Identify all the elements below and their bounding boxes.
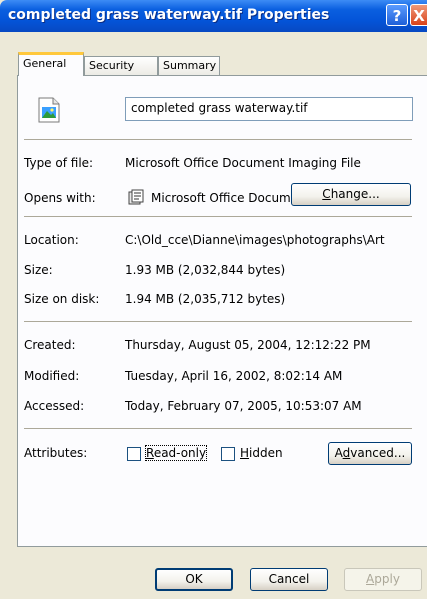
advanced-button[interactable]: Advanced... xyxy=(328,442,412,465)
tab-general[interactable]: General xyxy=(18,52,84,76)
title-bar[interactable]: completed grass waterway.tif Properties … xyxy=(0,0,427,32)
separator xyxy=(24,139,412,140)
type-of-file-label: Type of file: xyxy=(24,156,94,170)
change-button[interactable]: Change... xyxy=(291,183,411,206)
accessed-value: Today, February 07, 2005, 10:53:07 AM xyxy=(125,399,362,413)
hidden-accel: H xyxy=(240,446,250,460)
advanced-button-label: vanced... xyxy=(350,446,406,460)
tab-security[interactable]: Security xyxy=(84,56,158,75)
separator xyxy=(24,428,412,429)
apply-button[interactable]: Apply xyxy=(344,568,422,591)
change-button-label: hange... xyxy=(330,187,380,201)
type-of-file-value: Microsoft Office Document Imaging File xyxy=(125,156,361,170)
read-only-checkbox[interactable] xyxy=(127,447,141,461)
read-only-label[interactable]: Read-only xyxy=(144,445,208,461)
separator xyxy=(24,321,412,322)
accessed-label: Accessed: xyxy=(24,399,85,413)
modified-label: Modified: xyxy=(24,369,80,383)
cancel-button[interactable]: Cancel xyxy=(250,568,328,591)
read-only-text: ead-only xyxy=(153,446,207,460)
size-on-disk-value: 1.94 MB (2,035,712 bytes) xyxy=(125,292,286,306)
file-name-field[interactable]: completed grass waterway.tif xyxy=(125,97,413,121)
help-button[interactable]: ? xyxy=(386,4,408,26)
window-title: completed grass waterway.tif Properties xyxy=(8,7,330,23)
read-only-accel: R xyxy=(146,446,154,460)
general-panel: completed grass waterway.tif Type of fil… xyxy=(17,75,427,547)
opens-with-label: Opens with: xyxy=(24,191,96,205)
apply-button-label: pply xyxy=(374,572,400,586)
size-label: Size: xyxy=(24,263,53,277)
opens-with-value: Microsoft Office Docum xyxy=(151,191,291,205)
attributes-label: Attributes: xyxy=(24,446,88,460)
modified-value: Tuesday, April 16, 2002, 8:02:14 AM xyxy=(125,369,343,383)
hidden-checkbox[interactable] xyxy=(221,447,235,461)
hidden-text: idden xyxy=(249,446,283,460)
created-value: Thursday, August 05, 2004, 12:12:22 PM xyxy=(125,338,371,352)
advanced-button-prefix: A xyxy=(334,446,343,460)
created-label: Created: xyxy=(24,338,76,352)
hidden-label[interactable]: Hidden xyxy=(240,446,283,460)
tab-summary[interactable]: Summary xyxy=(158,56,220,75)
size-value: 1.93 MB (2,032,844 bytes) xyxy=(125,263,286,277)
ok-button[interactable]: OK xyxy=(155,568,233,591)
location-value: C:\Old_cce\Dianne\images\photographs\Art xyxy=(125,233,385,247)
change-button-accel: C xyxy=(322,187,331,201)
close-button[interactable]: X xyxy=(410,4,427,26)
size-on-disk-label: Size on disk: xyxy=(24,292,100,306)
separator xyxy=(24,216,412,217)
location-label: Location: xyxy=(24,233,79,247)
image-file-icon xyxy=(38,97,60,123)
application-icon xyxy=(128,189,144,205)
